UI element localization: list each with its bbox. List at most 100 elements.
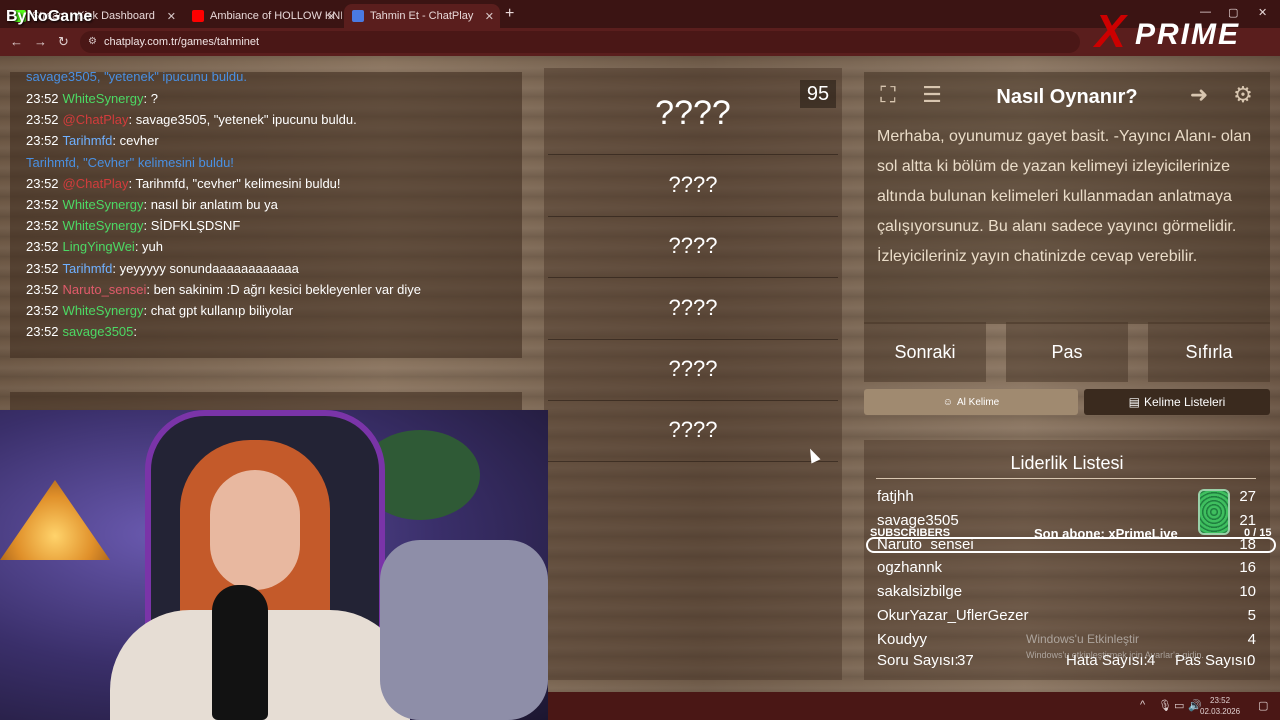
close-icon[interactable]: ✕ (485, 10, 494, 23)
chat-time: 23:52 (26, 218, 59, 234)
chat-message: 23:52 @ChatPlay: Tarihmfd, "cevher" kelim… (26, 176, 341, 191)
word-divider (548, 277, 838, 278)
taskbar: ^ 🎙 ▭ 🔊 23:52 02.03.2026 ▢ (548, 692, 1280, 720)
close-icon[interactable]: ✕ (167, 10, 176, 23)
site-info-icon[interactable]: ⚙ (88, 36, 97, 47)
windows-activate-sub: Windows'u etkinleştirmek için Ayarlar'a … (1026, 650, 1204, 660)
question-count-label: Soru Sayısı: (877, 652, 959, 669)
leaderboard-row: sakalsizbilge 10 (877, 583, 1256, 600)
forward-button[interactable]: → (34, 34, 47, 49)
word-lists-label: Kelime Listeleri (1143, 395, 1226, 409)
list-icon: ▤ (1128, 395, 1140, 409)
chat-time: 23:52 (26, 239, 59, 255)
chat-input-area[interactable] (10, 392, 522, 412)
chat-text: : nasıl bir anlatım bu ya (143, 197, 278, 212)
ai-word-label: Al Kelime (956, 396, 1000, 408)
chat-message: 23:52 Naruto_sensei: ben sakinim :D ağrı … (26, 282, 421, 297)
windows-activate-title: Windows'u Etkinleştir (1026, 632, 1139, 646)
chat-username[interactable]: WhiteSynergy (63, 303, 144, 318)
chat-username[interactable]: Tarihmfd, "Cevher" kelimesini buldu! (26, 155, 234, 170)
chat-time: 23:52 (26, 112, 59, 128)
url-text: chatplay.com.tr/games/tahminet (104, 36, 260, 48)
chat-text: : yeyyyyy sonundaaaaaaaaaaaa (112, 260, 299, 276)
chat-time: 23:52 (26, 197, 59, 212)
chat-message: 23:52 WhiteSynergy: ? (26, 91, 158, 106)
network-icon[interactable]: ▭ (1174, 699, 1184, 712)
chat-username[interactable]: Tarihmfd (63, 261, 113, 276)
chat-text: : savage3505, "yetenek" ipucunu buldu. (128, 112, 357, 128)
tab-label: Tahmin Et - ChatPlay (370, 10, 474, 22)
chat-username[interactable]: WhiteSynergy (63, 197, 144, 212)
notifications-icon[interactable]: ▢ (1258, 699, 1268, 712)
howto-title: Nasıl Oynanır? (996, 86, 1138, 108)
chat-text: : ben sakinim :D ağrı kesici bekleyenler… (146, 281, 421, 297)
chat-username[interactable]: WhiteSynergy (63, 91, 144, 106)
player-name: OkurYazar_UflerGezer (877, 607, 1029, 624)
hidden-word: ???? (668, 295, 718, 320)
hidden-word: ???? (668, 356, 718, 381)
clock-date: 02.03.2026 (1200, 707, 1241, 716)
browser-tab-bar: Stream - Kick Dashboard ✕ Ambiance of HO… (0, 0, 1280, 28)
chat-username[interactable]: @ChatPlay (63, 112, 129, 127)
player-name: fatjhh (877, 488, 914, 505)
last-subscriber: Son abone: xPrimeLive (1034, 526, 1178, 541)
mic-icon[interactable]: 🎙 (1158, 699, 1172, 712)
player-score: 16 (1239, 559, 1256, 577)
player-score: 5 (1247, 607, 1256, 624)
player-name: Koudyy (877, 630, 928, 647)
brand-x: X (1095, 5, 1126, 57)
hidden-word: ???? (668, 417, 718, 442)
chat-partial-line: savage3505, "yetenek" ipucunu buldu. (26, 72, 247, 84)
chat-message: 23:52 WhiteSynergy: chat gpt kullanıp bil… (26, 303, 293, 318)
player-name: ogzhannk (877, 559, 943, 577)
robot-icon: ☺ (942, 396, 953, 408)
brand-name: PRIME (1135, 18, 1241, 51)
ai-word-button[interactable]: ☺ Al Kelime (864, 389, 1078, 415)
chat-time: 23:52 (26, 281, 59, 297)
tab-youtube[interactable]: Ambiance of HOLLOW KNI ✕ (184, 4, 342, 28)
knit-blanket (380, 540, 548, 720)
player-score: 4 (1247, 630, 1256, 647)
chat-message: 23:52 LingYingWei: yuh (26, 239, 163, 254)
chat-time: 23:52 (26, 303, 59, 318)
chat-text: : yuh (134, 239, 164, 255)
streamer-face (210, 470, 300, 590)
question-count: 37 (957, 652, 974, 669)
chat-message: 23:52 savage3505: (26, 324, 137, 339)
chat-message: 23:52 @ChatPlay: savage3505, "yetenek" ip… (26, 112, 357, 127)
chat-time: 23:52 (26, 324, 59, 340)
tab-chatplay[interactable]: Tahmin Et - ChatPlay ✕ (344, 4, 500, 28)
tab-label: Ambiance of HOLLOW KNI (210, 10, 342, 22)
howto-text: Merhaba, oyunumuz gayet basit. -Yayıncı … (877, 128, 1252, 265)
chat-text: : Tarihmfd, "cevher" kelimesini buldu! (128, 175, 341, 191)
tray-chevron-icon[interactable]: ^ (1140, 699, 1145, 711)
chat-username[interactable]: Tarihmfd (63, 133, 113, 148)
pass-button[interactable]: Pas (1006, 322, 1128, 382)
youtube-favicon-icon (192, 10, 204, 22)
chat-username[interactable]: LingYingWei (63, 239, 135, 254)
leaderboard-row: OkurYazar_UflerGezer 5 (877, 607, 1256, 624)
system-clock[interactable]: 23:52 02.03.2026 (1200, 695, 1240, 717)
player-name: sakalsizbilge (877, 583, 963, 601)
word-divider (548, 339, 838, 340)
chat-text: : (133, 324, 138, 340)
leaderboard-divider (876, 478, 1256, 479)
chat-text: : SİDFKLŞDSNF (143, 218, 241, 234)
chat-username[interactable]: WhiteSynergy (63, 218, 144, 233)
chat-username[interactable]: @ChatPlay (63, 176, 129, 191)
reload-button[interactable]: ↻ (58, 34, 69, 50)
url-field[interactable]: ⚙ chatplay.com.tr/games/tahminet (80, 31, 1080, 53)
next-button[interactable]: Sonraki (864, 322, 986, 382)
word-lists-button[interactable]: ▤ Kelime Listeleri (1084, 389, 1270, 415)
chat-text: : ? (143, 91, 158, 106)
chat-username[interactable]: Naruto_sensei (63, 282, 147, 297)
new-tab-button[interactable]: + (505, 5, 514, 23)
reset-button[interactable]: Sıfırla (1148, 322, 1270, 382)
clock-time: 23:52 (1210, 696, 1231, 705)
chat-username[interactable]: savage3505 (63, 324, 134, 339)
hidden-word: ???? (668, 172, 718, 197)
back-button[interactable]: ← (10, 34, 23, 49)
close-icon[interactable]: ✕ (327, 10, 336, 23)
player-score: 10 (1239, 583, 1256, 601)
chat-message: 23:52 Tarihmfd: cevher (26, 133, 159, 148)
